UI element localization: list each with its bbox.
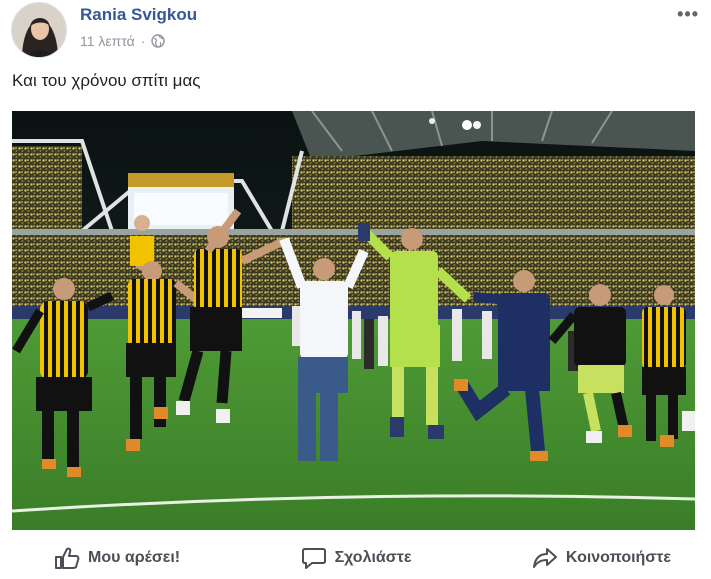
share-button[interactable]: Κοινοποιήστε (532, 546, 671, 570)
like-label: Μου αρέσει! (88, 549, 181, 566)
author-name[interactable]: Rania Svigkou (80, 5, 197, 25)
thumbs-up-icon (54, 546, 80, 570)
post-photo[interactable] (12, 111, 695, 530)
share-icon (532, 546, 558, 570)
comment-label: Σχολιάστε (334, 549, 412, 566)
avatar[interactable] (11, 2, 67, 58)
more-options-icon[interactable]: ••• (677, 4, 699, 25)
post-actions-bar: Μου αρέσει! Σχολιάστε Κοινοποιήστε (0, 537, 711, 579)
share-label: Κοινοποιήστε (565, 549, 671, 566)
football-celebration-photo (12, 111, 695, 530)
post-header: Rania Svigkou 11 λεπτά · ••• (0, 0, 711, 60)
globe-icon[interactable] (151, 34, 166, 48)
post-timestamp[interactable]: 11 λεπτά (80, 33, 135, 49)
meta-separator: · (140, 33, 146, 49)
post-text: Και του χρόνου σπίτι μας (12, 71, 201, 90)
post-meta: 11 λεπτά · (80, 33, 166, 49)
like-button[interactable]: Μου αρέσει! (54, 546, 180, 570)
comment-icon (301, 546, 327, 570)
comment-button[interactable]: Σχολιάστε (301, 546, 412, 570)
